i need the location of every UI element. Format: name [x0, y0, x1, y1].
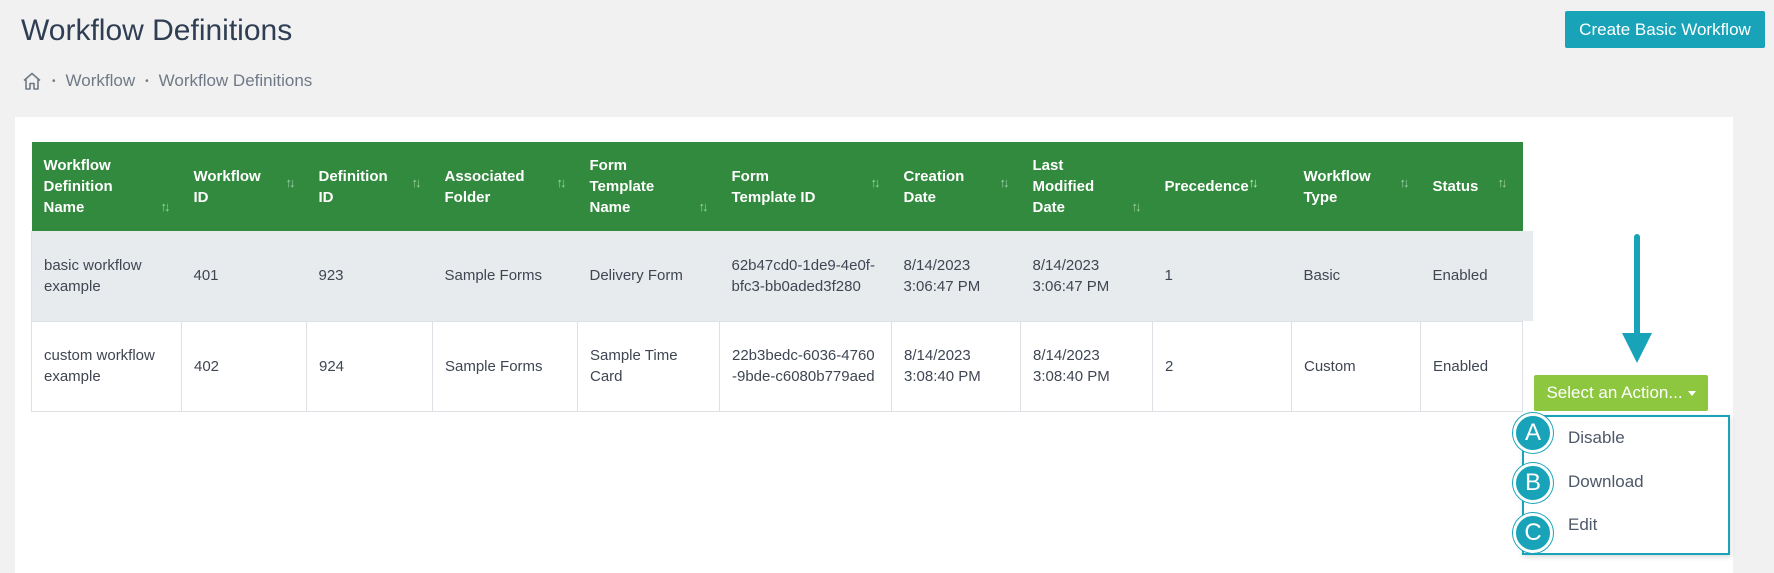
menu-item-edit[interactable]: Edit	[1568, 515, 1597, 535]
column-header-form-template-name[interactable]: Form Template Name ↑↓	[578, 142, 720, 231]
breadcrumb: • Workflow • Workflow Definitions	[22, 71, 312, 91]
table-row[interactable]: custom workflow example 402 924 Sample F…	[31, 321, 1523, 412]
action-menu: Disable Download Edit	[1522, 415, 1730, 555]
select-action-label: Select an Action...	[1546, 383, 1683, 402]
breadcrumb-separator: •	[145, 75, 149, 87]
cell-definition-id: 924	[306, 321, 433, 412]
sort-icon: ↑↓	[411, 175, 422, 190]
home-icon[interactable]	[22, 71, 42, 91]
cell-precedence: 1	[1152, 231, 1292, 322]
sort-icon: ↑↓	[870, 175, 881, 190]
column-header-status[interactable]: Status ↑↓	[1421, 142, 1523, 231]
cell-workflow-id: 402	[181, 321, 307, 412]
sort-ascending-icon: ↑↓	[1248, 175, 1259, 190]
column-header-definition-id[interactable]: Definition ID ↑↓	[307, 142, 433, 231]
column-header-last-modified-date[interactable]: Last Modified Date ↑↓	[1021, 142, 1153, 231]
workflow-definitions-table: Workflow Definition Name ↑↓ Workflow ID ↑↓…	[31, 142, 1523, 412]
column-header-workflow-type[interactable]: Workflow Type ↑↓	[1292, 142, 1421, 231]
column-header-associated-folder[interactable]: Associated Folder ↑↓	[433, 142, 578, 231]
breadcrumb-separator: •	[52, 75, 56, 87]
cell-creation-date: 8/14/2023 3:06:47 PM	[891, 231, 1021, 322]
page-title: Workflow Definitions	[21, 14, 293, 47]
cell-workflow-type: Basic	[1291, 231, 1421, 322]
breadcrumb-workflow-definitions[interactable]: Workflow Definitions	[159, 71, 313, 91]
cell-creation-date: 8/14/2023 3:08:40 PM	[891, 321, 1021, 412]
cell-folder: Sample Forms	[432, 231, 578, 322]
cell-definition-id: 923	[306, 231, 433, 322]
column-header-workflow-id[interactable]: Workflow ID ↑↓	[182, 142, 307, 231]
cell-name: basic workflow example	[31, 231, 182, 322]
sort-icon: ↑↓	[1131, 199, 1142, 214]
create-basic-workflow-button[interactable]: Create Basic Workflow	[1565, 11, 1765, 48]
sort-icon: ↑↓	[556, 175, 567, 190]
breadcrumb-workflow[interactable]: Workflow	[66, 71, 136, 91]
sort-icon: ↑↓	[285, 175, 296, 190]
menu-item-disable[interactable]: Disable	[1568, 428, 1625, 448]
cell-modified-date: 8/14/2023 3:06:47 PM	[1020, 231, 1153, 322]
sort-icon: ↑↓	[1399, 175, 1410, 190]
cell-workflow-id: 401	[181, 231, 307, 322]
cell-status: Enabled	[1420, 321, 1523, 412]
cell-precedence: 2	[1152, 321, 1292, 412]
column-header-form-template-id[interactable]: Form Template ID ↑↓	[720, 142, 892, 231]
table-header-row: Workflow Definition Name ↑↓ Workflow ID ↑↓…	[31, 142, 1523, 231]
cell-status: Enabled	[1420, 231, 1523, 322]
column-header-precedence[interactable]: Precedence ↑↓	[1153, 142, 1292, 231]
cell-template-name: Delivery Form	[577, 231, 720, 322]
annotation-badge-b: B	[1513, 463, 1553, 503]
cell-folder: Sample Forms	[432, 321, 578, 412]
sort-icon: ↑↓	[160, 199, 171, 214]
cell-name: custom workflow example	[31, 321, 182, 412]
select-action-button[interactable]: Select an Action...	[1534, 375, 1708, 411]
annotation-arrow	[1622, 234, 1652, 363]
cell-workflow-type: Custom	[1291, 321, 1421, 412]
cell-template-id: 62b47cd0-1de9-4e0f-bfc3-bb0aded3f280	[719, 231, 892, 322]
sort-icon: ↑↓	[698, 199, 709, 214]
column-header-creation-date[interactable]: Creation Date ↑↓	[892, 142, 1021, 231]
table-row[interactable]: basic workflow example 401 923 Sample Fo…	[31, 231, 1523, 322]
sort-icon: ↑↓	[999, 175, 1010, 190]
menu-item-download[interactable]: Download	[1568, 472, 1644, 492]
cell-template-name: Sample Time Card	[577, 321, 720, 412]
column-header-name[interactable]: Workflow Definition Name ↑↓	[32, 142, 182, 231]
chevron-down-icon	[1687, 390, 1696, 396]
annotation-badge-a: A	[1513, 413, 1553, 453]
sort-icon: ↑↓	[1497, 175, 1508, 190]
annotation-badge-c: C	[1513, 513, 1553, 553]
cell-modified-date: 8/14/2023 3:08:40 PM	[1020, 321, 1153, 412]
cell-template-id: 22b3bedc-6036-4760-9bde-c6080b779aed	[719, 321, 892, 412]
